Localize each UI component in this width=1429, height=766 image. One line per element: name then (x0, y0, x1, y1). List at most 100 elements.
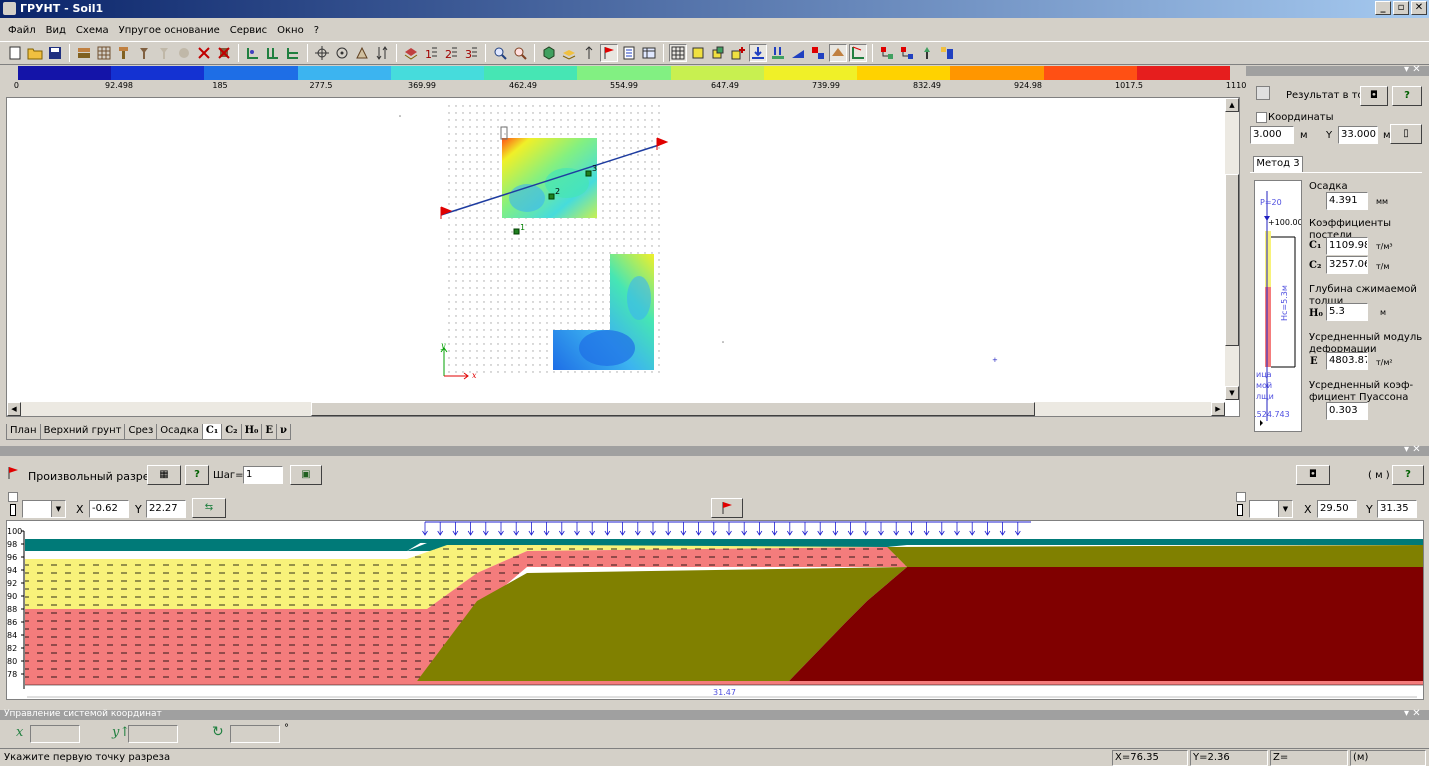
c1-field[interactable]: 1109.981 (1326, 237, 1368, 255)
swap-points-button[interactable]: ⇆ (192, 498, 226, 518)
menu-window[interactable]: Окно (277, 25, 304, 36)
y-shift-field[interactable] (128, 725, 178, 743)
axes-icon[interactable] (849, 44, 867, 62)
tab-c1[interactable]: C₁ (201, 424, 223, 440)
open-folder-icon[interactable] (26, 44, 44, 62)
menu-scheme[interactable]: Схема (76, 25, 109, 36)
tab-c2[interactable]: C₂ (221, 424, 242, 440)
section-canvas[interactable]: 100 98 96 94 92 90 88 86 84 82 80 78 31.47 (6, 520, 1424, 700)
color-blocks-icon[interactable] (809, 44, 827, 62)
point-3-marker[interactable] (585, 170, 592, 177)
load-icon[interactable] (749, 44, 767, 62)
section-save-button[interactable]: ▣ (290, 465, 322, 485)
right-x-field[interactable]: 29.50 (1317, 500, 1357, 518)
numbering-1-icon[interactable]: 1 (422, 44, 440, 62)
cube-icon[interactable] (540, 44, 558, 62)
pile-disabled-icon[interactable] (155, 44, 173, 62)
table-icon[interactable] (640, 44, 658, 62)
left-point-select[interactable]: ▼ (22, 500, 66, 518)
plan-horizontal-scrollbar[interactable]: ◀ ▶ (7, 402, 1225, 416)
pointer-icon[interactable] (580, 44, 598, 62)
right-point-select[interactable]: ▼ (1249, 500, 1293, 518)
scroll-thumb[interactable] (1225, 174, 1239, 346)
load-alt-icon[interactable] (769, 44, 787, 62)
layers-3d-icon[interactable] (560, 44, 578, 62)
x-shift-field[interactable] (30, 725, 80, 743)
coords-pick-button[interactable]: ▯ (1390, 124, 1422, 144)
rotate-angle-field[interactable] (230, 725, 280, 743)
move-disabled-icon[interactable] (175, 44, 193, 62)
node-merge-icon[interactable] (284, 44, 302, 62)
tab-slice[interactable]: Срез (124, 424, 158, 440)
tab-settlement[interactable]: Осадка (156, 424, 203, 440)
maximize-button[interactable]: ▫ (1393, 1, 1409, 15)
plan-canvas[interactable]: 1 2 3 y x + ▲ ▼ ◀ ▶ (6, 97, 1240, 417)
layer-book-icon[interactable] (402, 44, 420, 62)
c2-field[interactable]: 3257.064 (1326, 256, 1368, 274)
numbering-3-icon[interactable]: 3 (462, 44, 480, 62)
add-area-icon[interactable] (729, 44, 747, 62)
scroll-right-button[interactable]: ▶ (1211, 402, 1225, 416)
tab-h0[interactable]: H₀ (240, 424, 263, 440)
result-refresh-button[interactable]: ◘ (1360, 86, 1388, 106)
section-flag-button[interactable] (711, 498, 743, 518)
coord-panel-close-icon[interactable]: ▾ ✕ (1404, 708, 1421, 719)
plan-drawing[interactable]: 1 2 3 y x + (7, 98, 1225, 400)
delete-borehole-icon[interactable] (195, 44, 213, 62)
e-field[interactable]: 4803.876 (1326, 352, 1368, 370)
soil-layers-icon[interactable] (75, 44, 93, 62)
menu-file[interactable]: Файл (8, 25, 36, 36)
menu-service[interactable]: Сервис (230, 25, 267, 36)
section-panel-close-icon[interactable]: ▾ ✕ (1404, 444, 1421, 455)
new-file-icon[interactable] (6, 44, 24, 62)
crosshair-icon[interactable] (313, 44, 331, 62)
section-build-button[interactable]: ▦ (147, 465, 181, 485)
left-point-checkbox[interactable] (8, 492, 18, 502)
sort-icon[interactable] (373, 44, 391, 62)
scroll-up-button[interactable]: ▲ (1225, 98, 1239, 112)
delete-pile-icon[interactable] (215, 44, 233, 62)
node-split-icon[interactable] (264, 44, 282, 62)
zoom-in-icon[interactable] (491, 44, 509, 62)
tree-alt-icon[interactable] (898, 44, 916, 62)
pin-icon[interactable] (918, 44, 936, 62)
flag-section-icon[interactable] (600, 44, 618, 62)
save-icon[interactable] (46, 44, 64, 62)
section-drawing[interactable]: 100 98 96 94 92 90 88 86 84 82 80 78 31.47 (7, 521, 1423, 699)
right-point-checkbox[interactable] (1236, 492, 1246, 502)
point-2-marker[interactable] (548, 193, 555, 200)
coords-checkbox[interactable] (1256, 112, 1267, 123)
result-x-field[interactable]: 3.000 (1250, 126, 1294, 144)
scroll-left-button[interactable]: ◀ (7, 402, 21, 416)
structure-icon[interactable] (938, 44, 956, 62)
result-help-button[interactable]: ? (1392, 86, 1422, 106)
tree-icon[interactable] (878, 44, 896, 62)
settlement-field[interactable]: 4.391 (1326, 192, 1368, 210)
slope-icon[interactable] (789, 44, 807, 62)
section-info-button[interactable]: ? (185, 465, 209, 485)
plan-vertical-scrollbar[interactable]: ▲ ▼ (1225, 98, 1239, 400)
left-x-field[interactable]: -0.62 (89, 500, 129, 518)
menu-help[interactable]: ? (314, 25, 319, 36)
tab-plan[interactable]: План (6, 424, 41, 440)
grid-building-icon[interactable] (95, 44, 113, 62)
result-y-field[interactable]: 33.000 (1338, 126, 1378, 144)
zoom-out-icon[interactable] (511, 44, 529, 62)
stratum-icon[interactable] (829, 44, 847, 62)
method-tab[interactable]: Метод 3 (1253, 156, 1303, 172)
tab-e[interactable]: E (261, 424, 278, 440)
right-y-field[interactable]: 31.35 (1377, 500, 1417, 518)
fill-area-alt-icon[interactable] (709, 44, 727, 62)
borehole-icon[interactable] (115, 44, 133, 62)
section-refresh-button[interactable]: ◘ (1296, 465, 1330, 485)
report-icon[interactable] (620, 44, 638, 62)
target-icon[interactable] (333, 44, 351, 62)
numbering-2-icon[interactable]: 2 (442, 44, 460, 62)
step-field[interactable]: 1 (243, 466, 283, 484)
tab-top-soil[interactable]: Верхний грунт (39, 424, 126, 440)
menu-elastic-base[interactable]: Упругое основание (119, 25, 220, 36)
left-y-field[interactable]: 22.27 (146, 500, 186, 518)
scroll-down-button[interactable]: ▼ (1225, 386, 1239, 400)
panel-close-icon[interactable]: ▾ ✕ (1404, 64, 1421, 75)
poisson-field[interactable]: 0.303 (1326, 402, 1368, 420)
